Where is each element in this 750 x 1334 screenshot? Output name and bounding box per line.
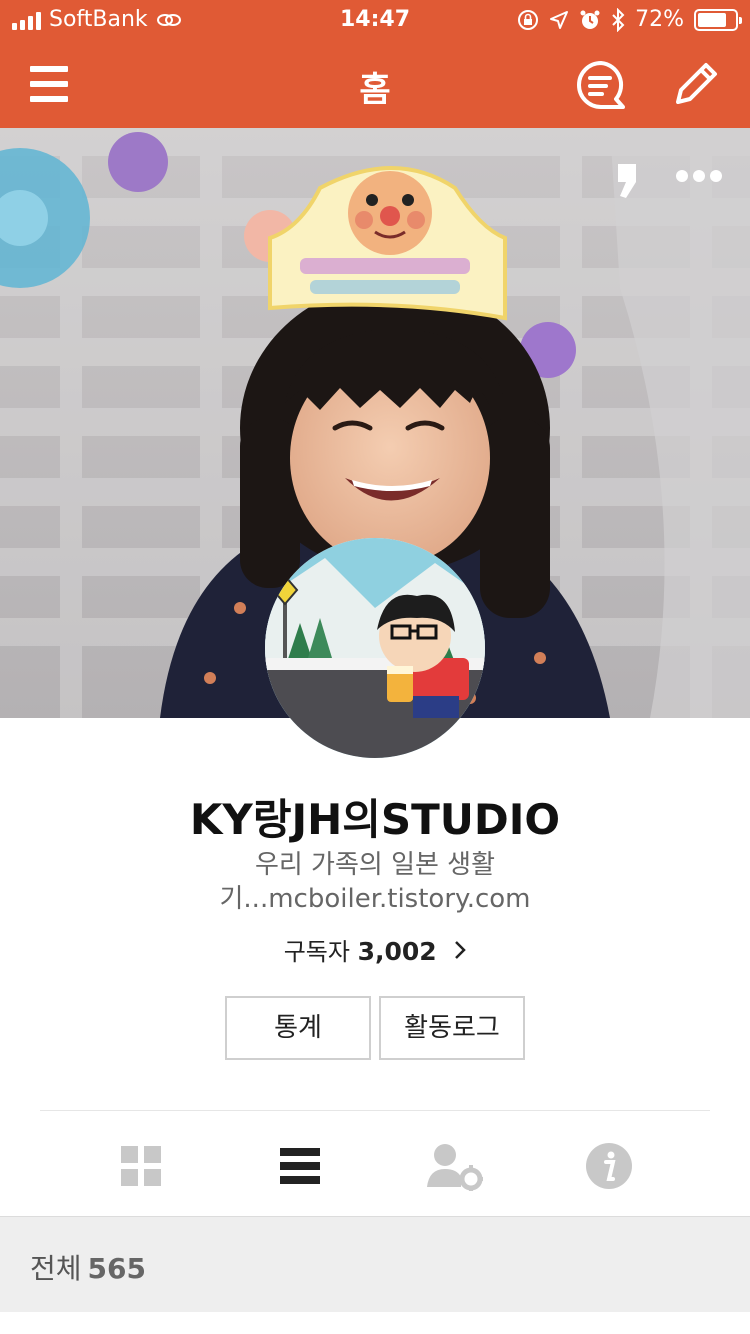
chevron-right-icon xyxy=(455,941,467,959)
avatar-image xyxy=(265,538,485,758)
post-count[interactable]: 전체 565 xyxy=(30,1247,146,1287)
pencil-icon[interactable] xyxy=(668,58,722,112)
rotation-lock-icon xyxy=(518,9,539,30)
subscribers-link[interactable]: 구독자 3,002 xyxy=(0,932,750,967)
status-bar: SoftBank 14:47 72% xyxy=(0,0,750,40)
nav-bar: 홈 xyxy=(0,40,750,128)
bluetooth-icon xyxy=(612,7,625,32)
tab-user-settings[interactable] xyxy=(427,1138,483,1194)
activity-log-button[interactable]: 활동로그 xyxy=(379,996,525,1060)
blog-url[interactable]: 기...mcboiler.tistory.com xyxy=(0,882,750,916)
stats-button[interactable]: 통계 xyxy=(225,996,371,1060)
tab-info[interactable] xyxy=(581,1138,637,1194)
blog-description-text: 우리 가족의 일본 생활 xyxy=(254,850,496,880)
blog-description: 우리 가족의 일본 생활 기...mcboiler.tistory.com xyxy=(0,848,750,916)
list-icon xyxy=(280,1148,320,1184)
tab-list[interactable] xyxy=(272,1138,328,1194)
battery-icon xyxy=(694,8,742,31)
subscribers-count: 3,002 xyxy=(357,937,437,966)
blog-name: KY랑JH의STUDIO xyxy=(189,795,561,844)
tab-grid[interactable] xyxy=(113,1138,169,1194)
status-bar-right: 72% xyxy=(517,7,742,32)
divider xyxy=(40,1110,710,1111)
info-icon xyxy=(586,1143,632,1189)
user-settings-icon xyxy=(427,1144,483,1191)
battery-percent: 72% xyxy=(635,7,684,32)
page-title: 홈 xyxy=(359,70,391,110)
alarm-icon xyxy=(580,10,600,29)
subscribers-label: 구독자 xyxy=(283,938,350,966)
comma-quote-icon[interactable] xyxy=(612,158,642,202)
grid-icon xyxy=(121,1146,161,1186)
message-list-icon[interactable] xyxy=(574,58,628,112)
post-count-value: 565 xyxy=(87,1252,146,1285)
post-count-bar: 전체 565 xyxy=(0,1216,750,1312)
avatar[interactable] xyxy=(265,538,485,758)
more-dots-icon[interactable] xyxy=(674,168,724,184)
location-icon xyxy=(550,10,569,29)
post-count-label: 전체 xyxy=(30,1252,82,1285)
